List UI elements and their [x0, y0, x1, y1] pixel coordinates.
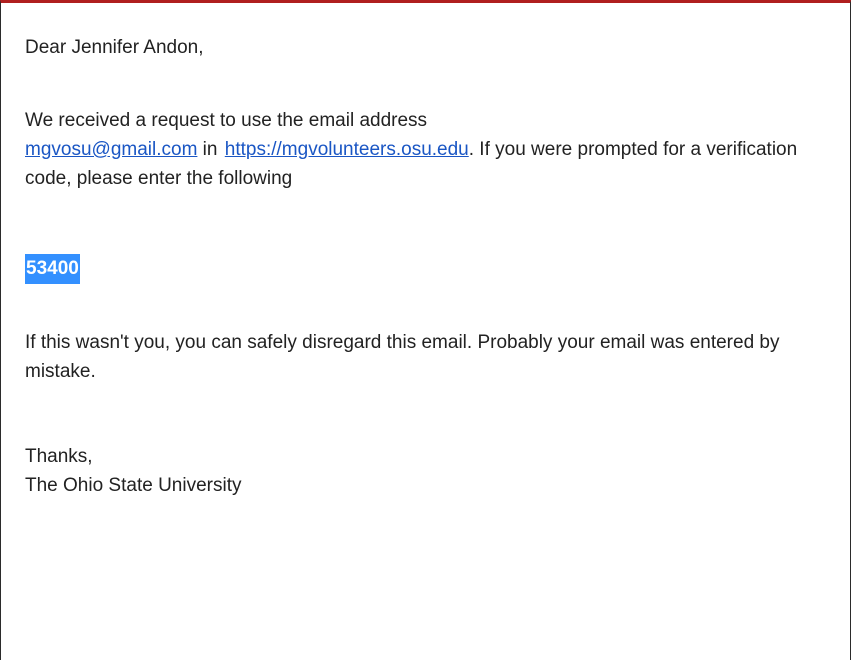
request-intro-text: We received a request to use the email a… — [25, 110, 428, 131]
disregard-paragraph: If this wasn't you, you can safely disre… — [25, 332, 780, 382]
greeting-text: Dear Jennifer Andon, — [25, 37, 204, 58]
site-link[interactable]: https://mgvolunteers.osu.edu — [225, 139, 469, 160]
email-body-frame: Dear Jennifer Andon, We received a reque… — [0, 0, 851, 660]
connector-text: in — [197, 139, 223, 160]
email-address-link[interactable]: mgvosu@gmail.com — [25, 139, 197, 160]
closing-text: Thanks, — [25, 446, 93, 467]
request-paragraph: We received a request to use the email a… — [25, 106, 840, 193]
signature-text: The Ohio State University — [25, 475, 242, 496]
verification-code[interactable]: 53400 — [25, 254, 80, 284]
signoff: Thanks, The Ohio State University — [25, 442, 241, 500]
verification-code-line: 53400 — [25, 254, 80, 284]
